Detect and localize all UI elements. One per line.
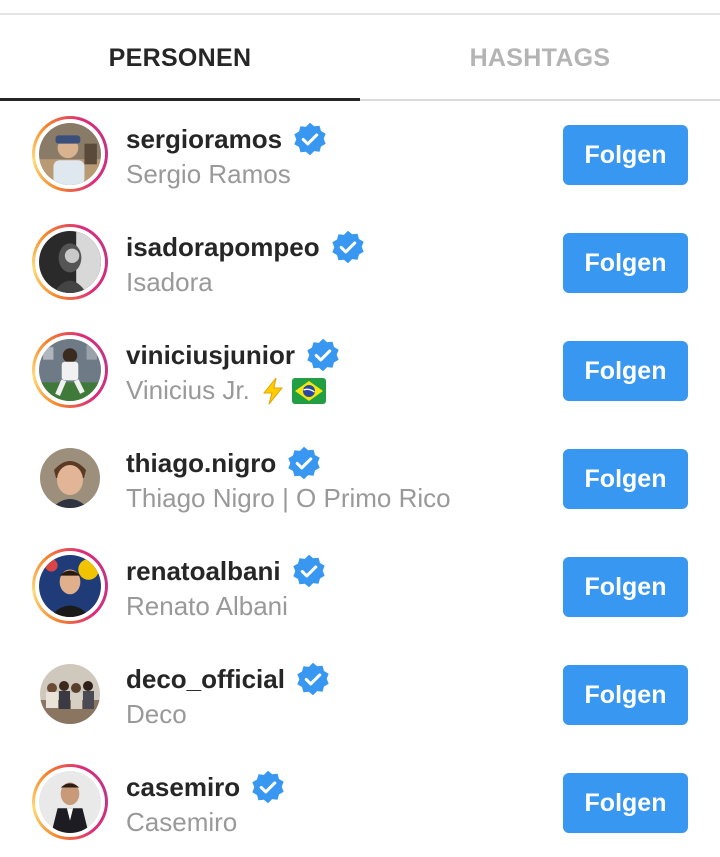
full-name: Thiago Nigro | O Primo Rico	[126, 483, 451, 513]
username[interactable]: isadorapompeo	[126, 232, 320, 263]
avatar	[39, 771, 101, 833]
account-row[interactable]: renatoalbani Renato Albani Folgen	[0, 533, 720, 641]
account-row[interactable]: sergioramos Sergio Ramos Folgen	[0, 101, 720, 209]
verified-badge-icon	[305, 337, 341, 373]
follow-button[interactable]: Folgen	[563, 125, 688, 185]
follow-button[interactable]: Folgen	[563, 773, 688, 833]
verified-badge-icon	[295, 661, 331, 697]
full-name: Isadora	[126, 267, 213, 297]
story-ring[interactable]	[32, 116, 108, 192]
username[interactable]: deco_official	[126, 664, 285, 695]
verified-badge-icon	[291, 553, 327, 589]
account-row[interactable]: thiago.nigro Thiago Nigro | O Primo Rico…	[0, 425, 720, 533]
full-name: Renato Albani	[126, 591, 288, 621]
verified-badge-icon	[286, 445, 322, 481]
full-name: Deco	[126, 699, 187, 729]
story-ring[interactable]	[32, 332, 108, 408]
account-row[interactable]: deco_official Deco Folgen	[0, 641, 720, 749]
tab-hashtags[interactable]: HASHTAGS	[360, 15, 720, 101]
high-voltage-emoji	[258, 376, 288, 406]
verified-badge-icon	[330, 229, 366, 265]
account-row[interactable]: casemiro Casemiro Folgen	[0, 749, 720, 857]
avatar-photo	[39, 231, 101, 293]
avatar-container[interactable]	[32, 656, 108, 732]
full-name: Vinicius Jr.	[126, 375, 326, 406]
username[interactable]: sergioramos	[126, 124, 282, 155]
username[interactable]: thiago.nigro	[126, 448, 276, 479]
follow-button[interactable]: Folgen	[563, 233, 688, 293]
full-name: Sergio Ramos	[126, 159, 291, 189]
tab-personen[interactable]: PERSONEN	[0, 15, 360, 101]
verified-badge-icon	[292, 121, 328, 157]
avatar	[40, 664, 100, 724]
follow-button[interactable]: Folgen	[563, 665, 688, 725]
avatar-photo	[40, 448, 100, 508]
username[interactable]: viniciusjunior	[126, 340, 295, 371]
avatar-container[interactable]	[32, 440, 108, 516]
full-name: Casemiro	[126, 807, 238, 837]
avatar	[39, 339, 101, 401]
follow-button[interactable]: Folgen	[563, 341, 688, 401]
brazil-flag-emoji	[291, 377, 326, 404]
follow-button[interactable]: Folgen	[563, 557, 688, 617]
account-row[interactable]: viniciusjunior Vinicius Jr. Folgen	[0, 317, 720, 425]
avatar-photo	[39, 339, 101, 401]
story-ring[interactable]	[32, 764, 108, 840]
avatar-photo	[39, 123, 101, 185]
account-row[interactable]: isadorapompeo Isadora Folgen	[0, 209, 720, 317]
username[interactable]: renatoalbani	[126, 556, 281, 587]
story-ring[interactable]	[32, 224, 108, 300]
username[interactable]: casemiro	[126, 772, 240, 803]
story-ring[interactable]	[32, 548, 108, 624]
search-tabs: PERSONEN HASHTAGS	[0, 15, 720, 101]
follow-button[interactable]: Folgen	[563, 449, 688, 509]
avatar-photo	[39, 555, 101, 617]
avatar	[40, 448, 100, 508]
avatar-photo	[39, 771, 101, 833]
avatar	[39, 123, 101, 185]
avatar	[39, 555, 101, 617]
avatar	[39, 231, 101, 293]
verified-badge-icon	[250, 769, 286, 805]
avatar-photo	[40, 664, 100, 724]
